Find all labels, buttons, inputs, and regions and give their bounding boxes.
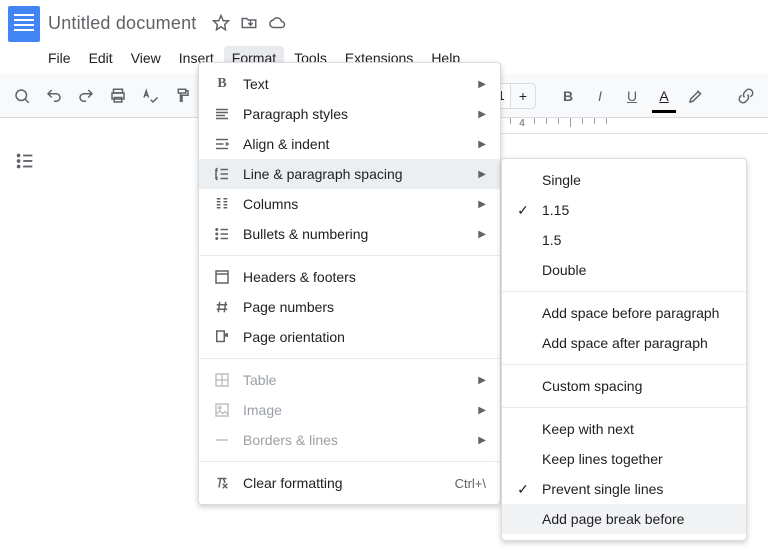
chevron-right-icon: ▶ [478,229,486,240]
chevron-right-icon: ▶ [478,109,486,120]
format-menu-dropdown: BText▶Paragraph styles▶Align & indent▶Li… [198,62,501,505]
chevron-right-icon: ▶ [478,79,486,90]
spacing-keep-with-next[interactable]: Keep with next [502,414,746,444]
menu-item-label: Line & paragraph spacing [243,166,466,182]
format-align-indent[interactable]: Align & indent ▶ [199,129,500,159]
menu-item-label: Image [243,402,466,418]
submenu-item-label: Double [542,262,732,278]
undo-icon[interactable] [40,82,68,110]
paint-format-icon[interactable] [168,82,196,110]
outline-icon[interactable] [14,150,36,175]
spacing-prevent-single-lines[interactable]: ✓ Prevent single lines [502,474,746,504]
menu-file[interactable]: File [40,46,79,70]
orient-icon [213,328,231,346]
format-bullets-numbering[interactable]: Bullets & numbering ▶ [199,219,500,249]
format-page-orientation[interactable]: Page orientation [199,322,500,352]
print-icon[interactable] [104,82,132,110]
headers-icon [213,268,231,286]
spacing-single[interactable]: Single [502,165,746,195]
spacing-1.15[interactable]: ✓ 1.15 [502,195,746,225]
hash-icon [213,298,231,316]
table-icon [213,371,231,389]
spacing-double[interactable]: Double [502,255,746,285]
highlight-icon[interactable] [682,82,710,110]
menu-item-label: Columns [243,196,466,212]
format-paragraph-styles[interactable]: Paragraph styles ▶ [199,99,500,129]
menu-item-label: Bullets & numbering [243,226,466,242]
menu-item-label: Clear formatting [243,475,443,491]
spacing-add-page-break-before[interactable]: Add page break before [502,504,746,534]
bold-button[interactable]: B [554,82,582,110]
text-color-button[interactable]: A [650,82,678,110]
docs-logo [8,6,40,42]
image-icon [213,401,231,419]
redo-icon[interactable] [72,82,100,110]
chevron-right-icon: ▶ [478,435,486,446]
spacing-icon [213,165,231,183]
chevron-right-icon: ▶ [478,405,486,416]
submenu-item-label: 1.5 [542,232,732,248]
star-icon[interactable] [212,14,230,35]
underline-button[interactable]: U [618,82,646,110]
bullets-icon [213,225,231,243]
chevron-right-icon: ▶ [478,139,486,150]
B-icon: B [213,76,231,92]
menu-item-label: Paragraph styles [243,106,466,122]
submenu-item-label: Add page break before [542,511,732,527]
format-clear-formatting[interactable]: Clear formatting Ctrl+\ [199,468,500,498]
menu-item-label: Borders & lines [243,432,466,448]
spacing-add-space-before-paragraph[interactable]: Add space before paragraph [502,298,746,328]
chevron-right-icon: ▶ [478,375,486,386]
format-headers-footers[interactable]: Headers & footers [199,262,500,292]
spacing-add-space-after-paragraph[interactable]: Add space after paragraph [502,328,746,358]
line-spacing-submenu: Single ✓ 1.15 1.5 Double Add space before par… [501,158,747,541]
ruler-label: 4 [519,118,525,129]
line-icon [213,431,231,449]
menu-edit[interactable]: Edit [81,46,121,70]
spellcheck-icon[interactable] [136,82,164,110]
menu-item-label: Page numbers [243,299,486,315]
title-bar: Untitled document [0,0,768,42]
chevron-right-icon: ▶ [478,199,486,210]
format-line-paragraph-spacing[interactable]: Line & paragraph spacing ▶ [199,159,500,189]
menu-item-label: Text [243,76,466,92]
italic-button[interactable]: I [586,82,614,110]
format-image: Image ▶ [199,395,500,425]
submenu-item-label: Custom spacing [542,378,732,394]
shortcut-label: Ctrl+\ [455,476,486,491]
clear-icon [213,474,231,492]
menu-item-label: Page orientation [243,329,486,345]
format-borders-lines: Borders & lines ▶ [199,425,500,455]
format-page-numbers[interactable]: Page numbers [199,292,500,322]
format-table: Table ▶ [199,365,500,395]
format-columns[interactable]: Columns ▶ [199,189,500,219]
columns-icon [213,195,231,213]
submenu-item-label: 1.15 [542,202,732,218]
spacing-custom-spacing[interactable]: Custom spacing [502,371,746,401]
submenu-item-label: Add space before paragraph [542,305,732,321]
submenu-item-label: Keep lines together [542,451,732,467]
font-size-plus[interactable]: + [511,88,535,104]
submenu-item-label: Add space after paragraph [542,335,732,351]
menu-item-label: Headers & footers [243,269,486,285]
para-icon [213,105,231,123]
menu-item-label: Table [243,372,466,388]
align-icon [213,135,231,153]
check-icon: ✓ [514,481,532,498]
cloud-icon[interactable] [268,14,286,35]
move-icon[interactable] [240,14,258,35]
submenu-item-label: Single [542,172,732,188]
spacing-1.5[interactable]: 1.5 [502,225,746,255]
submenu-item-label: Prevent single lines [542,481,732,497]
check-icon: ✓ [514,202,532,219]
format-text[interactable]: B Text ▶ [199,69,500,99]
search-icon[interactable] [8,82,36,110]
menu-item-label: Align & indent [243,136,466,152]
submenu-item-label: Keep with next [542,421,732,437]
spacing-keep-lines-together[interactable]: Keep lines together [502,444,746,474]
menu-view[interactable]: View [123,46,169,70]
document-title[interactable]: Untitled document [48,13,196,33]
chevron-right-icon: ▶ [478,169,486,180]
link-icon[interactable] [732,82,760,110]
